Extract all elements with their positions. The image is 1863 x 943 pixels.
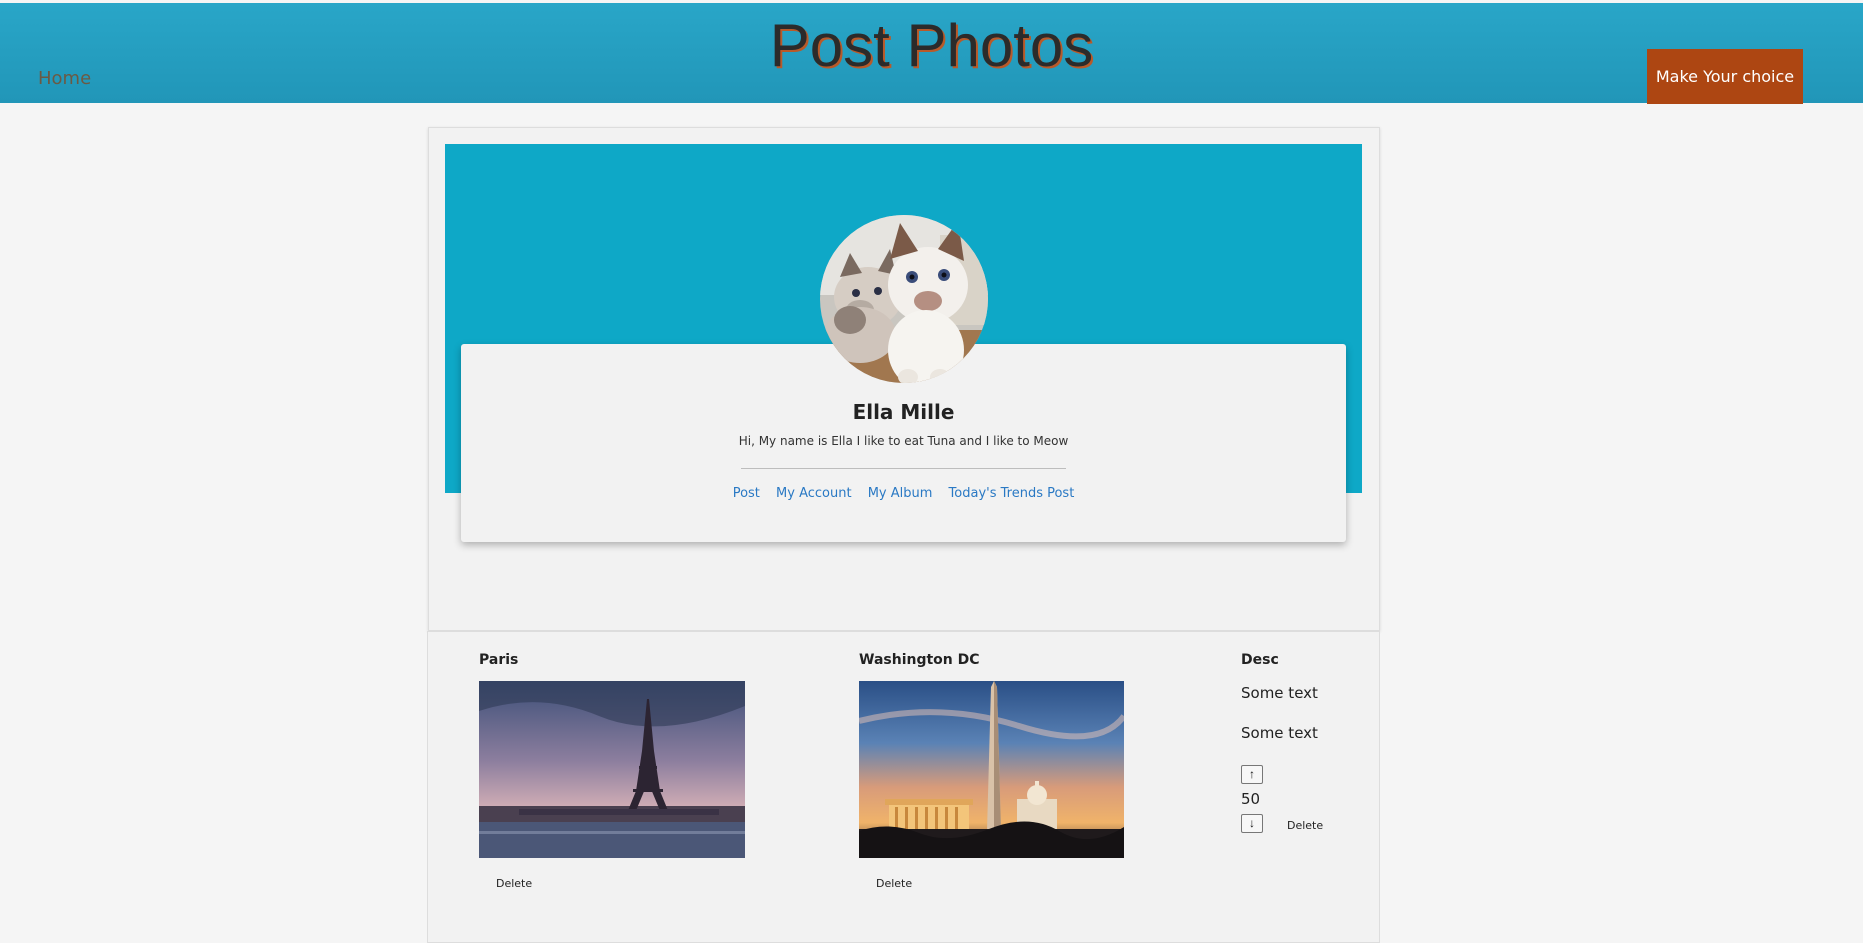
profile-panel: Ella Mille Hi, My name is Ella I like to… <box>428 127 1380 631</box>
upvote-button[interactable]: ↑ <box>1241 765 1263 784</box>
desc-title: Desc <box>1241 652 1279 668</box>
nav-link-post[interactable]: Post <box>733 486 760 501</box>
posts-panel: Paris Delete Washington DC Delete Desc S… <box>427 631 1380 943</box>
profile-nav: Post My Account My Album Today's Trends … <box>461 486 1346 501</box>
nav-link-my-account[interactable]: My Account <box>776 486 852 501</box>
post-photo-washington-dc[interactable] <box>859 681 1124 858</box>
profile-avatar <box>820 215 988 383</box>
delete-button-washington-dc[interactable]: Delete <box>876 877 912 890</box>
desc-text-1: Some text <box>1241 684 1318 702</box>
profile-divider <box>741 468 1066 469</box>
top-navbar: Home Post Photos Make Your choice <box>0 3 1863 104</box>
profile-name: Ella Mille <box>852 400 955 424</box>
site-title: Post Photos <box>769 12 1094 79</box>
post-title-washington-dc: Washington DC <box>859 652 980 668</box>
delete-button-paris[interactable]: Delete <box>496 877 532 890</box>
make-your-choice-button[interactable]: Make Your choice <box>1647 49 1803 104</box>
nav-link-my-album[interactable]: My Album <box>868 486 933 501</box>
downvote-button[interactable]: ↓ <box>1241 814 1263 833</box>
cat-kittens-photo <box>820 215 988 383</box>
post-photo-paris[interactable] <box>479 681 745 858</box>
eiffel-tower-photo <box>479 681 745 858</box>
post-title-paris: Paris <box>479 652 519 668</box>
nav-link-todays-trends-post[interactable]: Today's Trends Post <box>949 486 1075 501</box>
washington-monument-photo <box>859 681 1124 858</box>
delete-button-desc[interactable]: Delete <box>1287 819 1323 832</box>
arrow-down-icon: ↓ <box>1249 816 1255 830</box>
vote-count: 50 <box>1241 790 1261 808</box>
desc-text-2: Some text <box>1241 724 1318 742</box>
profile-bio: Hi, My name is Ella I like to eat Tuna a… <box>738 434 1069 448</box>
arrow-up-icon: ↑ <box>1249 767 1255 781</box>
